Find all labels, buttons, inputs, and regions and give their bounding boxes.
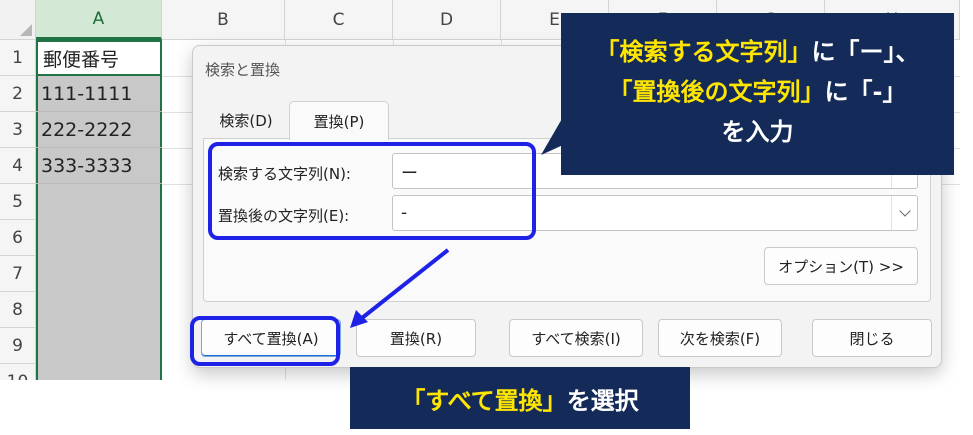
instruction-callout-input: 「検索する文字列」に「ー」、 「置換後の文字列」に「-」 を入力 [541, 13, 954, 175]
tab-replace[interactable]: 置換(P) [289, 101, 389, 140]
instruction-callout-replace-all: 「すべて置換」 を選択 [350, 367, 690, 429]
callout-pointer [541, 117, 563, 155]
